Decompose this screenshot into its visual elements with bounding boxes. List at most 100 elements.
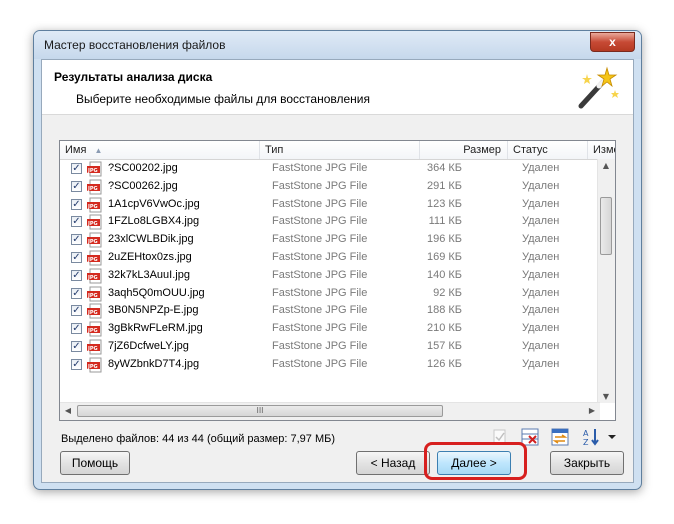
file-name: 23xlCWLBDik.jpg	[108, 233, 194, 246]
file-type: FastStone JPG File	[272, 197, 368, 210]
file-name: 1A1cpV6VwOc.jpg	[108, 197, 200, 210]
file-checkbox[interactable]: ✓	[71, 358, 82, 370]
file-size: 169 КБ	[426, 251, 462, 263]
file-row[interactable]: ✓ JPG 3gBkRwFLeRM.jpg FastStone JPG File 210…	[60, 320, 615, 338]
scroll-down-icon[interactable]: ▼	[598, 392, 614, 401]
file-status: Удален	[522, 233, 560, 246]
dropdown-arrow-icon[interactable]	[605, 427, 619, 447]
file-checkbox[interactable]: ✓	[71, 287, 82, 299]
file-name: 2uZEHtox0zs.jpg	[108, 251, 192, 263]
file-type: FastStone JPG File	[272, 340, 368, 352]
file-type: FastStone JPG File	[272, 162, 368, 174]
file-row[interactable]: ✓ JPG 2uZEHtox0zs.jpg FastStone JPG File 169…	[60, 249, 615, 267]
file-checkbox[interactable]: ✓	[71, 323, 82, 335]
file-name: ?SC00202.jpg	[108, 162, 178, 174]
help-button[interactable]: Помощь	[60, 451, 130, 475]
jpg-file-icon: JPG	[87, 303, 102, 319]
file-checkbox[interactable]: ✓	[71, 252, 82, 263]
file-row[interactable]: ✓ JPG 23xlCWLBDik.jpg FastStone JPG File 196…	[60, 231, 615, 249]
column-header-status[interactable]: Статус	[508, 141, 588, 159]
column-header-name[interactable]: Имя ▲	[60, 141, 260, 159]
column-header-size[interactable]: Размер	[420, 141, 508, 159]
file-checkbox[interactable]: ✓	[71, 180, 82, 192]
jpg-label: JPG	[87, 186, 98, 192]
jpg-label: JPG	[87, 328, 98, 334]
file-status: Удален	[522, 268, 560, 281]
file-status: Удален	[522, 286, 560, 299]
file-row[interactable]: ✓ JPG 1FZLo8LGBX4.jpg FastStone JPG File 111…	[60, 213, 615, 231]
file-type: FastStone JPG File	[272, 268, 368, 281]
jpg-file-icon: JPG	[87, 179, 102, 195]
vertical-scrollbar[interactable]: ▲ ▼	[597, 159, 615, 403]
file-size: 210 КБ	[426, 322, 462, 335]
file-size: 188 КБ	[426, 304, 462, 317]
scroll-up-icon[interactable]: ▲	[598, 161, 614, 170]
file-status: Удален	[522, 304, 560, 317]
column-header-modified[interactable]: Изме	[588, 141, 615, 159]
jpg-label: JPG	[87, 204, 98, 210]
magic-wand-icon	[578, 66, 619, 109]
file-row[interactable]: ✓ JPG 32k7kL3AuuI.jpg FastStone JPG File 140…	[60, 267, 615, 285]
file-row[interactable]: ✓ JPG 3aqh5Q0mOUU.jpg FastStone JPG File 92 …	[60, 285, 615, 303]
file-name: 3gBkRwFLeRM.jpg	[108, 322, 203, 335]
jpg-file-icon: JPG	[87, 250, 102, 266]
page-title: Результаты анализа диска	[54, 70, 213, 84]
next-button-highlight	[424, 442, 527, 480]
invert-selection-icon[interactable]	[550, 427, 570, 447]
file-size: 126 КБ	[426, 357, 462, 370]
file-type: FastStone JPG File	[272, 357, 368, 370]
vertical-scroll-thumb[interactable]	[600, 197, 612, 255]
horizontal-scroll-thumb[interactable]: III	[77, 405, 443, 417]
file-type: FastStone JPG File	[272, 304, 368, 317]
scroll-right-icon[interactable]: ▶	[584, 406, 600, 415]
file-size: 123 КБ	[426, 197, 462, 210]
file-status: Удален	[522, 162, 560, 174]
file-checkbox[interactable]: ✓	[71, 269, 82, 281]
jpg-file-icon: JPG	[87, 321, 102, 337]
file-row[interactable]: ✓ JPG 3B0N5NPZp-E.jpg FastStone JPG File 188…	[60, 302, 615, 320]
back-button[interactable]: < Назад	[356, 451, 430, 475]
jpg-label: JPG	[87, 239, 98, 245]
jpg-label: JPG	[87, 257, 98, 263]
jpg-file-icon: JPG	[87, 357, 102, 373]
svg-text:Z: Z	[583, 438, 589, 447]
file-name: 32k7kL3AuuI.jpg	[108, 268, 190, 281]
column-headers: Имя▲ Тип Размер Статус Изме	[60, 141, 615, 160]
file-row[interactable]: ✓ JPG ?SC00202.jpg FastStone JPG File 364 КБ…	[60, 160, 615, 178]
close-window-button[interactable]: x	[590, 32, 635, 52]
file-type: FastStone JPG File	[272, 251, 368, 263]
file-status: Удален	[522, 251, 560, 263]
file-row[interactable]: ✓ JPG 1A1cpV6VwOc.jpg FastStone JPG File 123…	[60, 196, 615, 214]
file-list[interactable]: Имя▲ Тип Размер Статус Изме ✓ JPG ?SC00202…	[59, 140, 616, 421]
file-checkbox[interactable]: ✓	[71, 198, 82, 210]
title-bar[interactable]: Мастер восстановления файлов x	[34, 31, 641, 59]
file-checkbox[interactable]: ✓	[71, 163, 82, 174]
file-type: FastStone JPG File	[272, 286, 368, 299]
file-checkbox[interactable]: ✓	[71, 234, 82, 246]
window-title: Мастер восстановления файлов	[44, 38, 226, 52]
file-type: FastStone JPG File	[272, 215, 368, 228]
file-name: 1FZLo8LGBX4.jpg	[108, 215, 200, 228]
file-size: 157 КБ	[426, 340, 462, 352]
file-row[interactable]: ✓ JPG 8yWZbnkD7T4.jpg FastStone JPG File 126…	[60, 356, 615, 374]
file-row[interactable]: ✓ JPG ?SC00262.jpg FastStone JPG File 291 КБ…	[60, 178, 615, 196]
close-button[interactable]: Закрыть	[550, 451, 624, 475]
file-status: Удален	[522, 197, 560, 210]
jpg-file-icon: JPG	[87, 161, 102, 177]
file-checkbox[interactable]: ✓	[71, 341, 82, 352]
sort-az-icon[interactable]: A Z	[581, 427, 601, 447]
file-recovery-wizard-window: Мастер восстановления файлов x Результат…	[33, 30, 642, 490]
file-size: 140 КБ	[426, 268, 462, 281]
file-status: Удален	[522, 357, 560, 370]
file-name: 7jZ6DcfweLY.jpg	[108, 340, 189, 352]
file-row[interactable]: ✓ JPG 7jZ6DcfweLY.jpg FastStone JPG File 157…	[60, 338, 615, 356]
file-checkbox[interactable]: ✓	[71, 305, 82, 317]
horizontal-scrollbar[interactable]: ◀ III ▶	[60, 402, 600, 420]
wizard-header: Результаты анализа диска Выберите необхо…	[42, 60, 633, 115]
scroll-left-icon[interactable]: ◀	[60, 406, 76, 415]
file-checkbox[interactable]: ✓	[71, 216, 82, 228]
file-status: Удален	[522, 179, 560, 192]
file-type: FastStone JPG File	[272, 179, 368, 192]
column-header-type[interactable]: Тип	[260, 141, 420, 159]
wizard-client-area: Результаты анализа диска Выберите необхо…	[41, 59, 634, 483]
